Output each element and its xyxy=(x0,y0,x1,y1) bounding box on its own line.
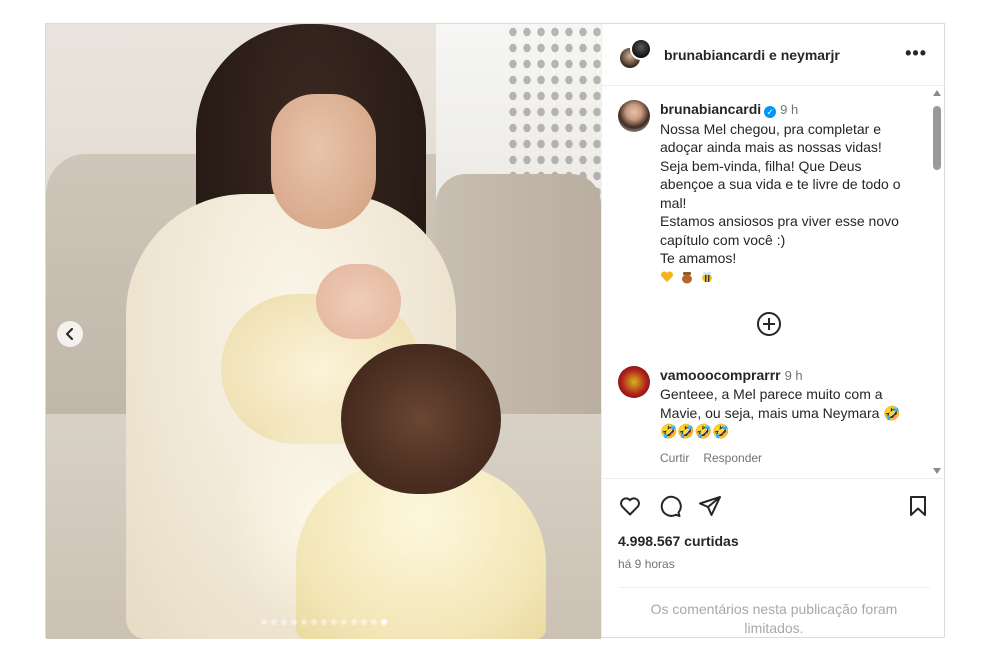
carousel-dot[interactable] xyxy=(370,619,377,625)
carousel-dot[interactable] xyxy=(260,619,267,625)
carousel-dot[interactable] xyxy=(300,619,307,625)
bookmark-icon[interactable] xyxy=(906,494,930,518)
post-photo[interactable] xyxy=(46,24,601,639)
carousel-dot[interactable] xyxy=(360,619,367,625)
carousel-dot[interactable] xyxy=(350,619,357,625)
caption-line: abençoe a sua vida e te livre de todo o xyxy=(660,176,901,192)
avatar[interactable] xyxy=(618,100,650,132)
carousel-dot[interactable] xyxy=(310,619,317,625)
caption-line: Estamos ansiosos pra viver esse novo xyxy=(660,213,899,229)
comments-scrollbar[interactable] xyxy=(932,90,942,474)
comment-icon[interactable] xyxy=(658,494,682,518)
carousel-prev-button[interactable] xyxy=(57,321,83,347)
caption-line: capítulo com você :) xyxy=(660,231,786,248)
carousel-dot[interactable] xyxy=(340,619,347,625)
caption-line: Te amamos! xyxy=(660,250,737,266)
post-dialog: brunabiancardi e neymarjr ••• brunabianc… xyxy=(45,23,946,639)
caption-line: mal! xyxy=(660,194,687,211)
post-authors[interactable]: brunabiancardi e neymarjr xyxy=(664,47,840,63)
yellow-heart-icon xyxy=(660,270,674,282)
post-timestamp[interactable]: há 9 horas xyxy=(618,557,930,571)
share-icon[interactable] xyxy=(698,494,722,518)
comment-line: Genteee, a Mel parece muito com a xyxy=(660,386,883,402)
likes-count[interactable]: 4.998.567 curtidas xyxy=(618,533,930,549)
scroll-down-icon[interactable] xyxy=(933,468,941,474)
carousel-dots xyxy=(46,619,601,625)
comment-username[interactable]: brunabiancardi xyxy=(660,101,761,117)
bee-icon xyxy=(702,271,712,282)
limited-text: limitados. xyxy=(744,620,804,636)
scrollbar-thumb[interactable] xyxy=(933,106,941,170)
side-panel: brunabiancardi e neymarjr ••• brunabianc… xyxy=(601,24,946,637)
verified-badge-icon: ✓ xyxy=(764,106,777,118)
load-more-comments xyxy=(618,311,920,336)
heart-icon[interactable] xyxy=(618,494,642,518)
comment: vamooocomprarrr 9 h Genteee, a Mel parece… xyxy=(618,365,920,468)
carousel-dot[interactable] xyxy=(270,619,277,625)
comment-line: Mavie, ou seja, mais uma Neymara 🤣 xyxy=(660,404,901,421)
avatar[interactable] xyxy=(618,365,650,398)
post-header: brunabiancardi e neymarjr ••• xyxy=(602,24,945,86)
photo-baby-face xyxy=(316,264,401,339)
caption-line: Nossa Mel chegou, pra completar e xyxy=(660,120,881,137)
comments-limited-notice: Os comentários nesta publicação foram li… xyxy=(618,587,930,638)
photo-toddler-hair xyxy=(341,344,501,494)
carousel-dot[interactable] xyxy=(330,619,337,625)
comment-username[interactable]: vamooocomprarrr xyxy=(660,367,781,383)
like-comment-button[interactable]: Curtir xyxy=(660,449,689,468)
carousel-dot[interactable] xyxy=(280,619,287,625)
collab-avatars[interactable] xyxy=(618,37,652,72)
photo-mother-face xyxy=(271,94,376,229)
limited-text: Os comentários nesta publicação foram xyxy=(650,601,898,617)
more-options-icon[interactable]: ••• xyxy=(905,44,927,62)
carousel-dot[interactable] xyxy=(290,619,297,625)
caption-line: Seja bem-vinda, filha! Que Deus xyxy=(660,157,862,174)
carousel-dot[interactable] xyxy=(380,619,387,625)
caption-comment: brunabiancardi ✓ 9 h Nossa Mel chegou, pra… xyxy=(618,100,920,284)
comment-line: 🤣🤣🤣🤣 xyxy=(660,423,730,439)
comments-list: brunabiancardi ✓ 9 h Nossa Mel chegou, pra… xyxy=(602,86,936,478)
caption-line: adoçar ainda mais as nossas vidas! xyxy=(660,139,882,155)
chevron-left-icon xyxy=(66,328,73,340)
comment-time[interactable]: 9 h xyxy=(785,368,803,383)
caption-emojis xyxy=(660,270,920,284)
action-bar xyxy=(618,491,930,521)
comment-actions: Curtir Responder xyxy=(660,449,920,468)
scroll-up-icon[interactable] xyxy=(933,90,941,96)
honey-pot-icon xyxy=(682,271,692,283)
reply-button[interactable]: Responder xyxy=(703,449,762,468)
post-footer: 4.998.567 curtidas há 9 horas Os comentá… xyxy=(602,478,946,637)
avatar xyxy=(630,37,652,60)
plus-circle-icon[interactable] xyxy=(757,311,781,336)
comment-time[interactable]: 9 h xyxy=(780,102,798,117)
carousel-dot[interactable] xyxy=(320,619,327,625)
